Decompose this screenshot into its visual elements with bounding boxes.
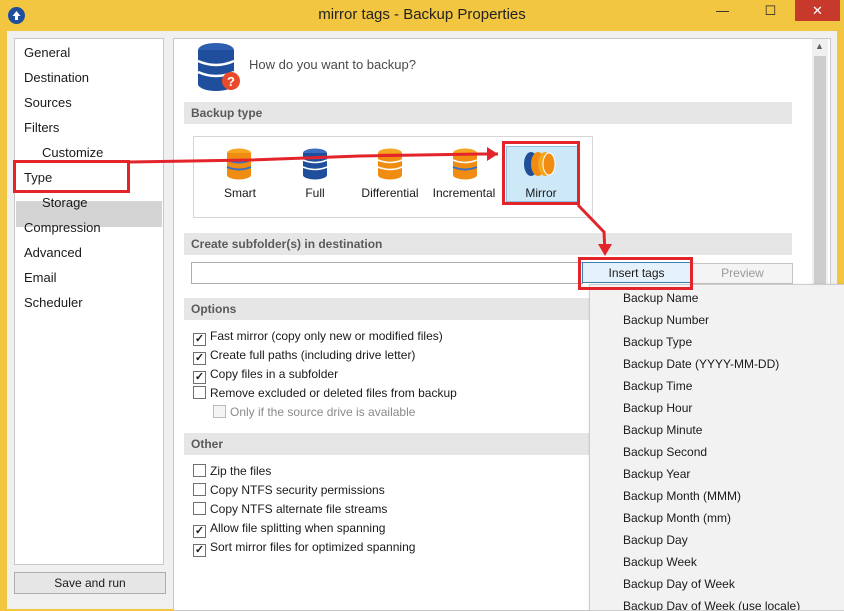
annotation-arrowhead <box>598 244 612 256</box>
annotation-arrowhead <box>487 147 498 161</box>
annotation-arrow-type-to-mirror <box>129 152 498 164</box>
annotation-arrows <box>129 147 612 256</box>
